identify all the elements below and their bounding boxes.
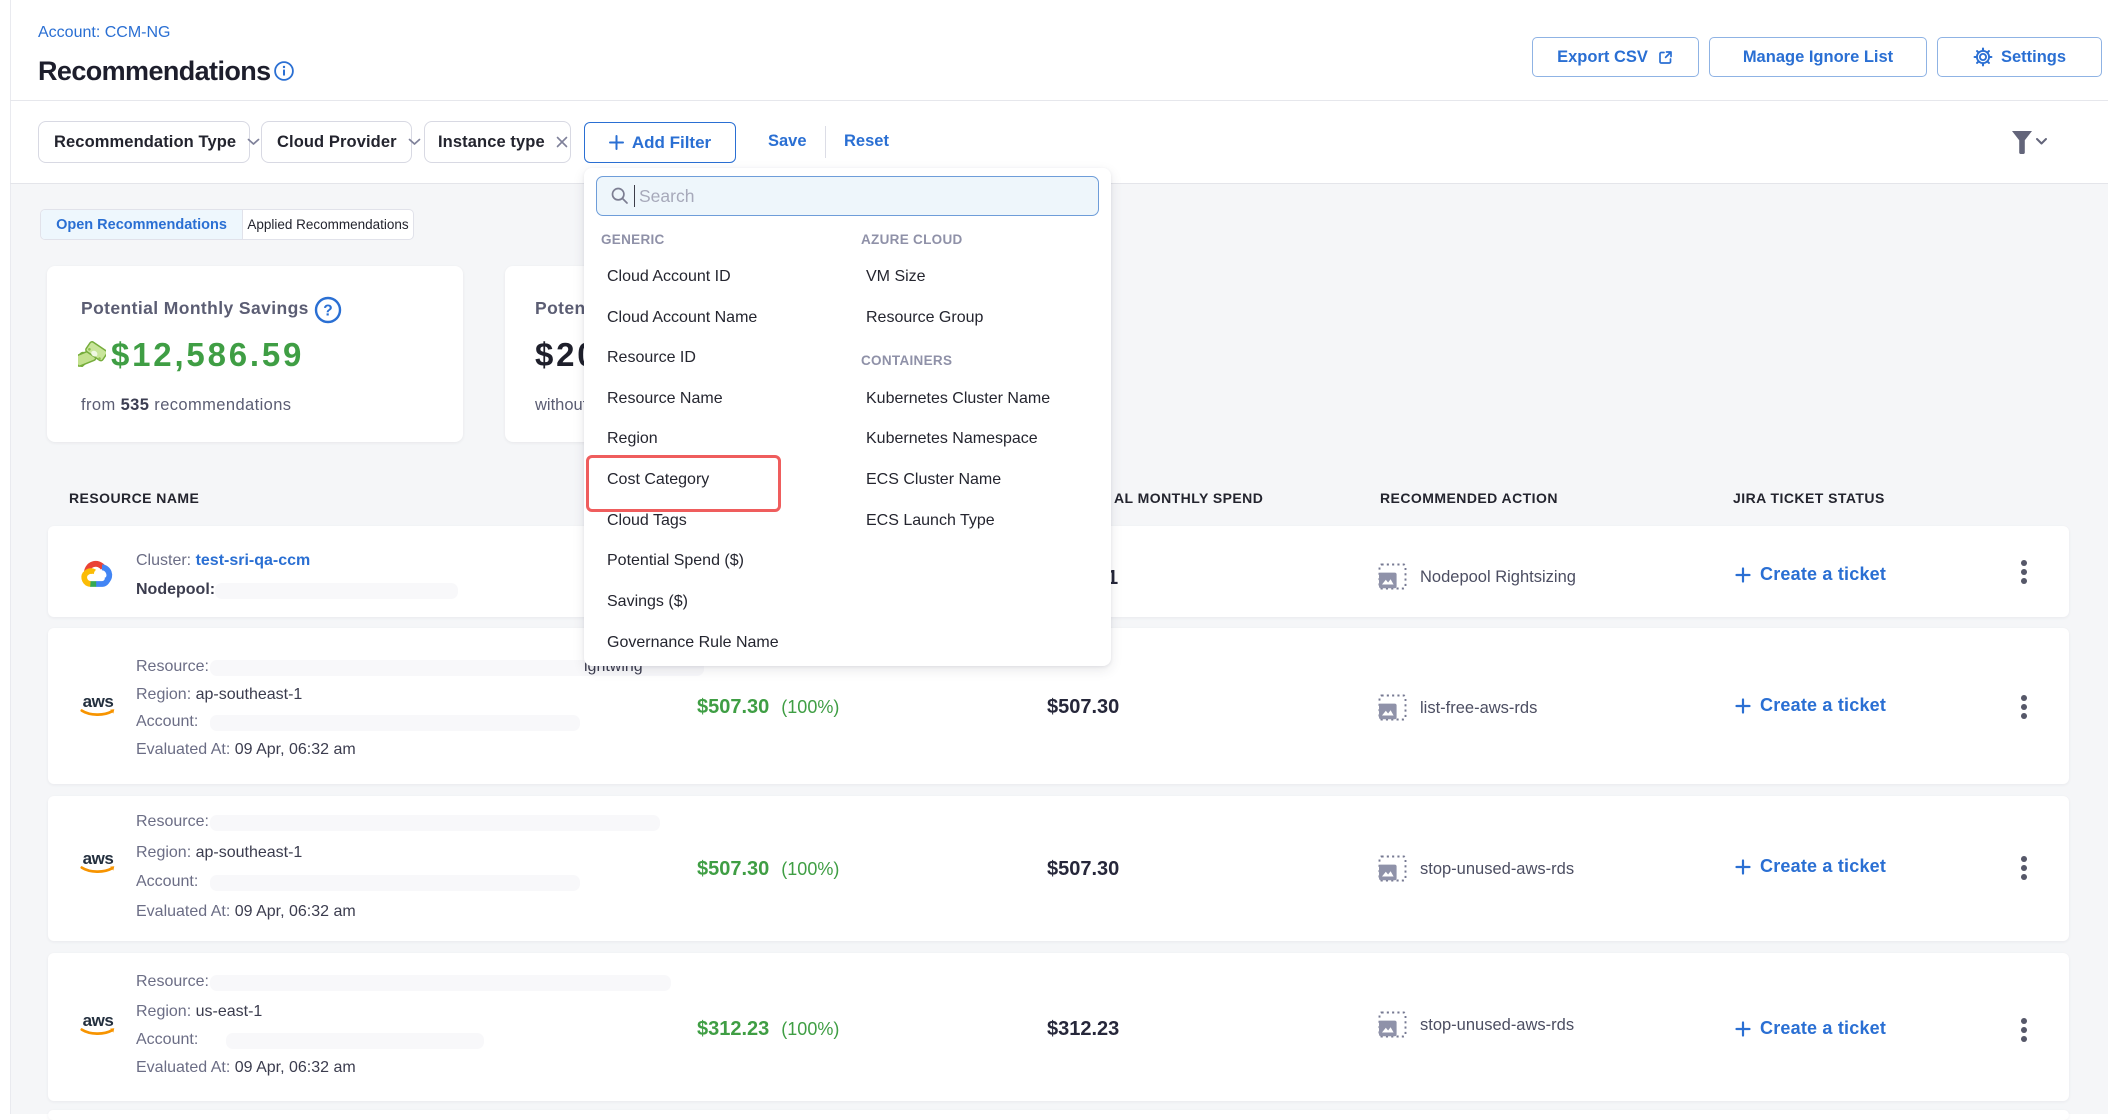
svg-text:?: ? <box>323 303 332 320</box>
